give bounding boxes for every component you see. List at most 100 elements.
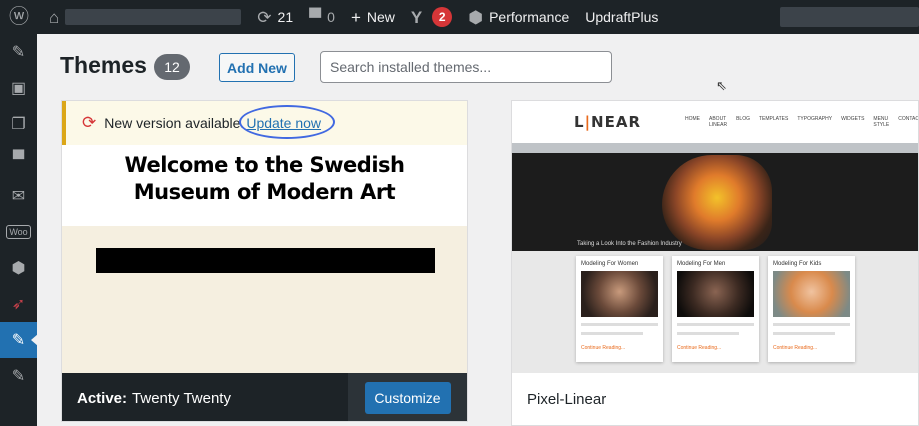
preview-nav: HOME ABOUT LINEAR BLOG TEMPLATES TYPOGRA… [685, 116, 919, 128]
preview-hero: Taking a Look Into the Fashion Industry [512, 153, 918, 251]
update-notice: ⟳ New version available. Update now [62, 101, 467, 145]
refresh-icon: ⟳ [257, 7, 272, 27]
comment-icon: ▀ [12, 151, 25, 168]
admin-sidebar: ✎ ▣ ❐ ▀ ✉ Woo ⬢ ➶ ✎ ✎ [0, 34, 38, 426]
new-content-link[interactable]: + New [343, 0, 403, 34]
updraftplus-menu[interactable]: UpdraftPlus [577, 0, 666, 34]
updraftplus-label: UpdraftPlus [585, 9, 659, 25]
sidebar-item-pages[interactable]: ❐ [0, 106, 37, 142]
seo-menu[interactable]: Y 2 [403, 0, 460, 34]
page-title: Themes [60, 52, 147, 78]
thumb-read-more: Continue Reading... [677, 345, 722, 351]
rocket-icon: ➶ [11, 296, 26, 313]
main-content: Themes 12 Add New ⟳ New version availabl… [37, 34, 919, 426]
pages-icon: ❐ [11, 116, 26, 133]
preview-header: L|NEAR HOME ABOUT LINEAR BLOG TEMPLATES … [512, 101, 918, 143]
preview-nav-item: WIDGETS [841, 116, 865, 122]
admin-bar: ⓦ ⌂ ⟳ 21 ▀ 0 + New Y 2 ⬢ Performance Upd… [0, 0, 919, 34]
theme-name-bar: Pixel-Linear [512, 373, 918, 425]
preview-black-block [96, 248, 435, 273]
preview-headline-line2: Museum of Modern Art [133, 180, 396, 204]
theme-actions: Customize [348, 373, 467, 421]
home-icon: ⌂ [49, 7, 60, 27]
preview-thumbs: Modeling For Women Continue Reading... M… [576, 256, 855, 362]
pin-icon: ✎ [11, 44, 26, 61]
mouse-cursor-icon: ⇖ [716, 78, 727, 93]
preview-nav-item: BLOG [736, 116, 750, 122]
redacted-account [780, 7, 919, 27]
seo-badge: 2 [432, 7, 453, 27]
comments-count: 0 [327, 9, 335, 25]
theme-count-badge: 12 [154, 54, 190, 80]
sidebar-item-comments[interactable]: ▀ [0, 142, 37, 178]
thumb-image [677, 271, 754, 317]
comments-link[interactable]: ▀ 0 [301, 0, 343, 34]
preview-thumb: Modeling For Kids Continue Reading... [768, 256, 855, 362]
preview-caption: Taking a Look Into the Fashion Industry [577, 241, 682, 247]
mail-icon: ✉ [11, 188, 26, 205]
sidebar-item-posts[interactable]: ✎ [0, 34, 37, 70]
paintbrush-icon: ✎ [11, 332, 26, 349]
thumb-title: Modeling For Kids [773, 261, 822, 267]
thumb-text-line [773, 332, 835, 335]
thumb-title: Modeling For Men [677, 261, 726, 267]
box-icon: ⬢ [11, 260, 26, 277]
update-now-label: Update now [246, 115, 322, 131]
plugin-icon: ✎ [11, 368, 26, 385]
preview-nav-item: TYPOGRAPHY [797, 116, 833, 122]
sidebar-item-plugins[interactable]: ✎ [0, 358, 37, 394]
search-input[interactable] [320, 51, 612, 83]
update-sync-icon: ⟳ [82, 113, 97, 132]
yoast-icon: Y [410, 7, 423, 27]
add-new-button[interactable]: Add New [219, 53, 295, 82]
thumb-text-line [677, 323, 754, 326]
updates-link[interactable]: ⟳ 21 [249, 0, 301, 34]
site-name-link[interactable]: ⌂ [41, 0, 249, 34]
preview-headline: Welcome to the Swedish Museum of Modern … [62, 145, 467, 206]
sidebar-item-woocommerce[interactable]: Woo [0, 214, 37, 250]
preview-nav-item: ABOUT LINEAR [709, 116, 728, 128]
theme-screenshot: Welcome to the Swedish Museum of Modern … [62, 145, 467, 373]
preview-thumb: Modeling For Men Continue Reading... [672, 256, 759, 362]
thumb-title: Modeling For Women [581, 261, 639, 267]
preview-nav-item: CONTACT [898, 116, 919, 122]
active-theme-card[interactable]: ⟳ New version available. Update now Welc… [61, 100, 468, 422]
thumb-text-line [581, 332, 643, 335]
thumb-read-more: Continue Reading... [773, 345, 818, 351]
performance-icon: ⬢ [468, 7, 484, 27]
thumb-text-line [773, 323, 850, 326]
thumb-read-more: Continue Reading... [581, 345, 626, 351]
media-icon: ▣ [10, 80, 27, 97]
logo-part-1: L [574, 113, 585, 131]
plus-icon: + [350, 7, 361, 27]
theme-screenshot: L|NEAR HOME ABOUT LINEAR BLOG TEMPLATES … [512, 101, 918, 373]
woocommerce-icon: Woo [6, 225, 31, 239]
update-notice-text: New version available. [104, 115, 245, 131]
thumb-text-line [581, 323, 658, 326]
preview-nav-item: MENU STYLE [873, 116, 890, 128]
preview-logo: L|NEAR [574, 113, 641, 131]
wordpress-logo-icon[interactable]: ⓦ [0, 0, 41, 34]
preview-thumb: Modeling For Women Continue Reading... [576, 256, 663, 362]
sidebar-item-media[interactable]: ▣ [0, 70, 37, 106]
preview-gray-bar [512, 143, 918, 153]
performance-menu[interactable]: ⬢ Performance [460, 0, 577, 34]
comment-icon: ▀ [309, 7, 322, 27]
preview-nav-item: TEMPLATES [758, 116, 789, 122]
customize-button[interactable]: Customize [364, 382, 451, 414]
performance-label: Performance [489, 9, 570, 25]
theme-name: Twenty Twenty [132, 389, 231, 407]
thumb-image [581, 271, 658, 317]
theme-card-pixel-linear[interactable]: L|NEAR HOME ABOUT LINEAR BLOG TEMPLATES … [511, 100, 919, 426]
sidebar-item-marketing[interactable]: ➶ [0, 286, 37, 322]
preview-headline-line1: Welcome to the Swedish [124, 153, 405, 177]
theme-name: Pixel-Linear [527, 390, 607, 408]
thumb-text-line [677, 332, 739, 335]
sidebar-item-products[interactable]: ⬢ [0, 250, 37, 286]
logo-part-3: NEAR [591, 113, 642, 131]
preview-hero-image [662, 155, 772, 250]
sidebar-item-mail[interactable]: ✉ [0, 178, 37, 214]
redacted-site-name [65, 9, 242, 25]
update-now-link[interactable]: Update now [239, 105, 336, 139]
sidebar-item-appearance[interactable]: ✎ [0, 322, 38, 358]
